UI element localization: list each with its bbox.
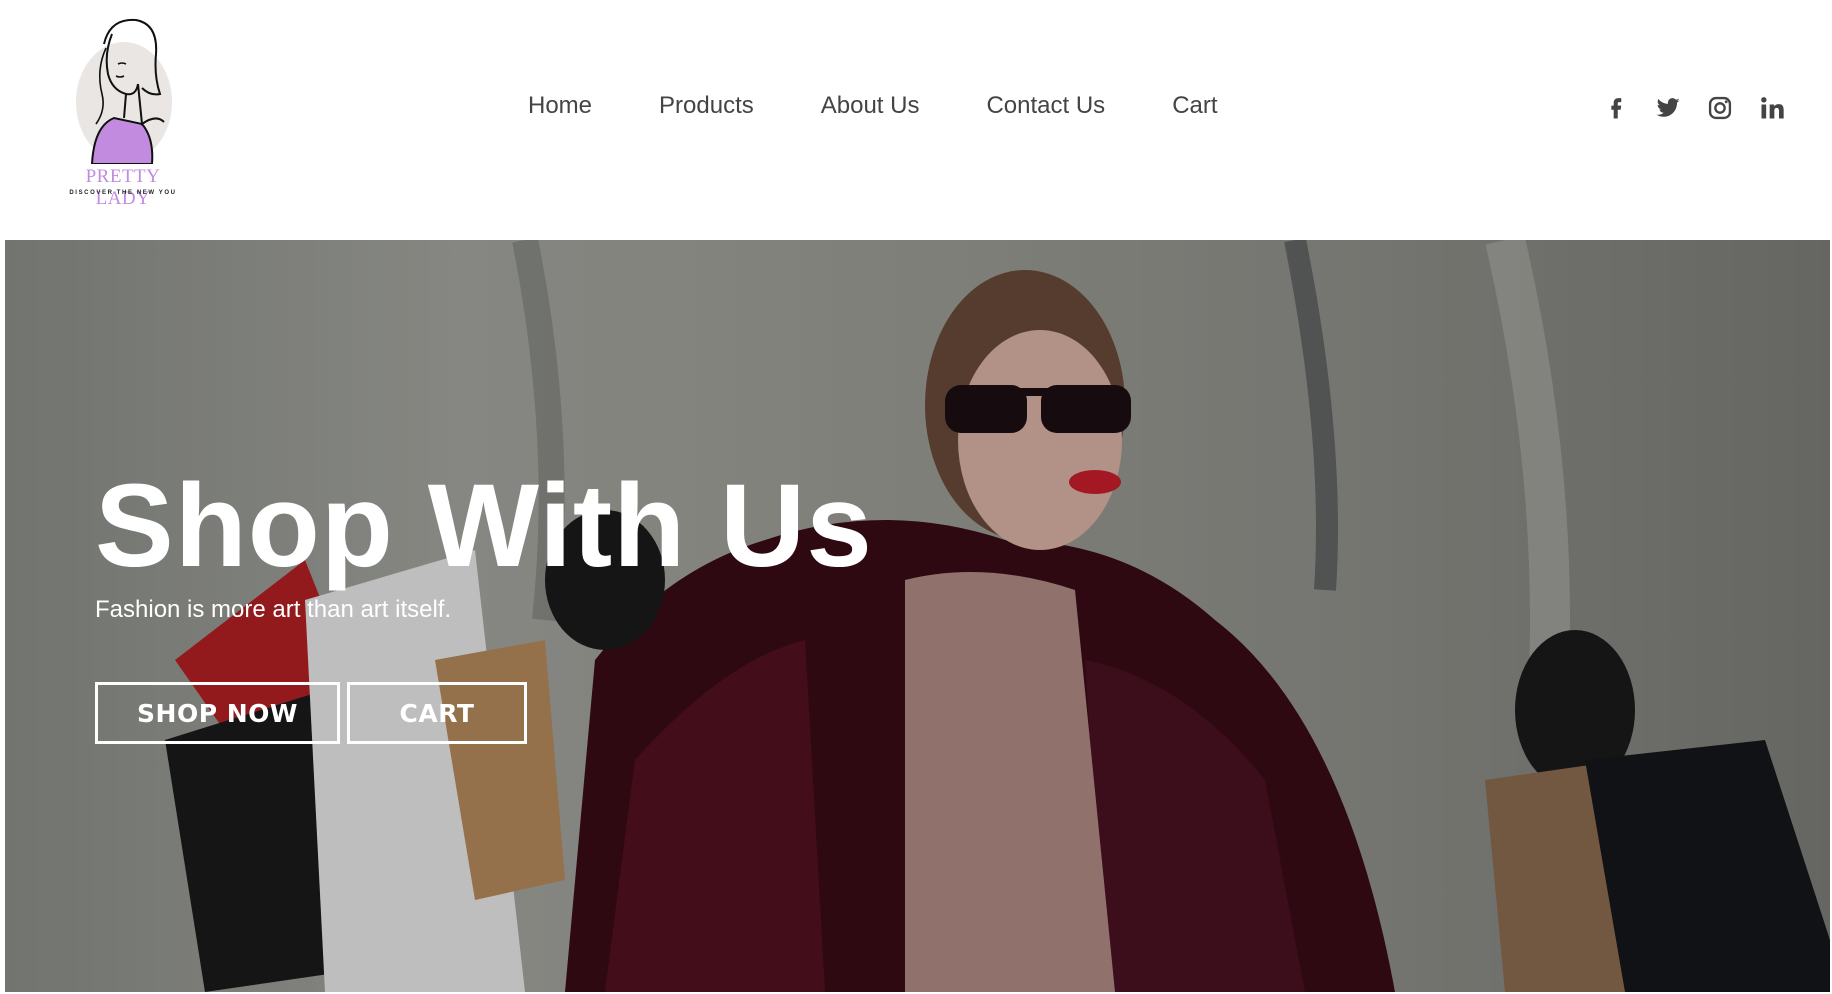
lady-portrait-icon [76,18,172,164]
nav-cart[interactable]: Cart [1172,92,1217,120]
hero-banner: Shop With Us Fashion is more art than ar… [5,240,1830,992]
instagram-icon[interactable] [1706,94,1734,122]
brand-name: PRETTY LADY [85,166,161,209]
hero-title: Shop With Us [95,460,873,592]
shop-now-button[interactable]: SHOP NOW [95,682,340,744]
twitter-icon[interactable] [1654,94,1682,122]
facebook-icon[interactable] [1602,94,1630,122]
main-nav: Home Products About Us Contact Us Cart [528,92,1218,120]
nav-contact-us[interactable]: Contact Us [986,92,1105,120]
nav-home[interactable]: Home [528,92,592,120]
social-links [1578,94,1786,122]
brand-logo[interactable]: PRETTY LADY DISCOVER THE NEW YOU [58,14,188,209]
cart-button[interactable]: CART [347,682,527,744]
linkedin-icon[interactable] [1758,94,1786,122]
hero-subtitle: Fashion is more art than art itself. [95,596,452,623]
site-header: PRETTY LADY DISCOVER THE NEW YOU Home Pr… [0,0,1832,240]
brand-tagline: DISCOVER THE NEW YOU [69,190,177,196]
nav-products[interactable]: Products [659,92,754,120]
nav-about-us[interactable]: About Us [821,92,920,120]
